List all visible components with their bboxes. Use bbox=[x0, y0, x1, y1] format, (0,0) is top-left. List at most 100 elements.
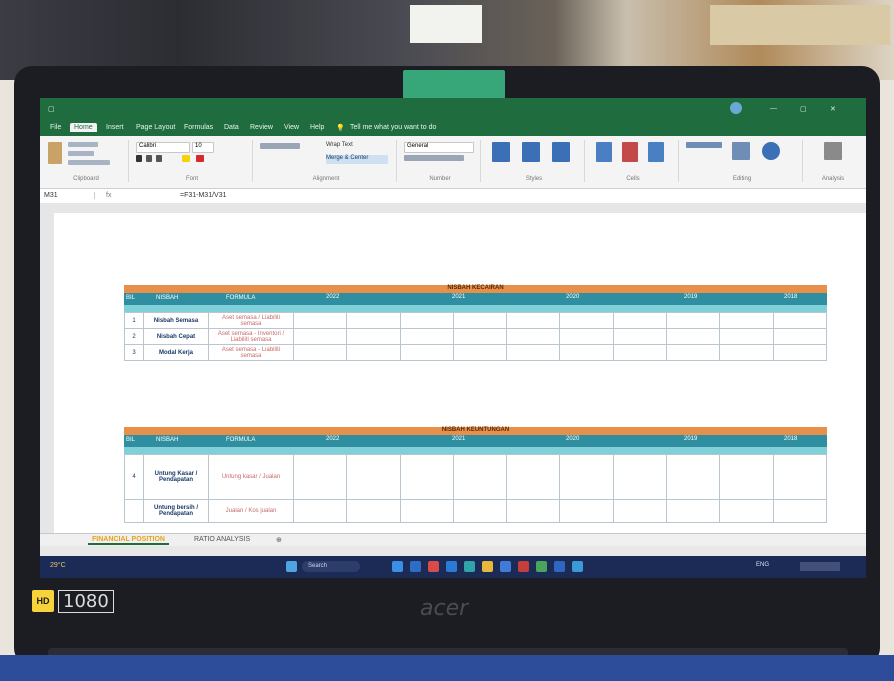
media-icon[interactable] bbox=[428, 561, 439, 572]
widgets-icon[interactable] bbox=[410, 561, 421, 572]
cell[interactable] bbox=[559, 328, 614, 345]
add-sheet-icon[interactable]: ⊕ bbox=[272, 536, 286, 544]
cell[interactable] bbox=[292, 328, 348, 345]
merge-center-button[interactable]: Merge & Center bbox=[326, 155, 388, 164]
cell[interactable] bbox=[719, 499, 774, 523]
italic-icon[interactable] bbox=[146, 155, 152, 162]
cell[interactable] bbox=[452, 328, 508, 345]
weather-widget[interactable]: 29°C bbox=[50, 562, 66, 569]
sheet-tab-ratio-analysis[interactable]: RATIO ANALYSIS bbox=[190, 536, 254, 543]
font-size-select[interactable]: 10 bbox=[192, 142, 214, 153]
store-icon[interactable] bbox=[500, 561, 511, 572]
cell[interactable] bbox=[292, 312, 348, 329]
underline-icon[interactable] bbox=[156, 155, 162, 162]
sheet-tab-financial-position[interactable]: FINANCIAL POSITION bbox=[88, 536, 169, 545]
font-name-select[interactable]: Calibri bbox=[136, 142, 190, 153]
cell[interactable] bbox=[772, 344, 828, 361]
task-view-icon[interactable] bbox=[392, 561, 403, 572]
cell[interactable] bbox=[719, 454, 774, 500]
conditional-formatting-icon[interactable] bbox=[492, 142, 510, 162]
bold-icon[interactable] bbox=[136, 155, 142, 162]
insert-cells-icon[interactable] bbox=[596, 142, 612, 162]
cell[interactable] bbox=[292, 344, 348, 361]
cell[interactable] bbox=[506, 328, 561, 345]
cell[interactable] bbox=[452, 344, 508, 361]
format-as-table-icon[interactable] bbox=[522, 142, 540, 162]
name-box[interactable]: M31 bbox=[44, 192, 95, 199]
tab-file[interactable]: File bbox=[46, 123, 65, 132]
cell[interactable] bbox=[292, 499, 348, 523]
cell[interactable] bbox=[719, 328, 774, 345]
cell[interactable] bbox=[452, 454, 508, 500]
cell[interactable] bbox=[399, 312, 454, 329]
tab-insert[interactable]: Insert bbox=[102, 123, 128, 132]
language-indicator[interactable]: ENG bbox=[756, 562, 769, 568]
excel-icon[interactable] bbox=[536, 561, 547, 572]
cell[interactable] bbox=[772, 499, 828, 523]
cell[interactable] bbox=[559, 454, 614, 500]
file-explorer-icon[interactable] bbox=[482, 561, 493, 572]
cell[interactable] bbox=[772, 328, 828, 345]
delete-cells-icon[interactable] bbox=[622, 142, 638, 162]
start-icon[interactable] bbox=[286, 561, 297, 572]
cell[interactable] bbox=[399, 454, 454, 500]
cell-styles-icon[interactable] bbox=[552, 142, 570, 162]
wrap-text-button[interactable]: Wrap Text bbox=[326, 142, 384, 151]
cell[interactable] bbox=[399, 344, 454, 361]
cell[interactable] bbox=[506, 344, 561, 361]
tab-review[interactable]: Review bbox=[246, 123, 277, 132]
cell[interactable] bbox=[346, 454, 401, 500]
cell[interactable] bbox=[666, 312, 721, 329]
font-color-icon[interactable] bbox=[196, 155, 204, 162]
find-select-icon[interactable] bbox=[762, 142, 780, 160]
paste-icon[interactable] bbox=[48, 142, 62, 164]
worksheet-grid[interactable]: NISBAH KECAIRAN BIL NISBAH FORMULA 2022 … bbox=[54, 213, 866, 533]
cell[interactable] bbox=[559, 344, 614, 361]
cell[interactable] bbox=[559, 499, 614, 523]
powerpoint-icon[interactable] bbox=[518, 561, 529, 572]
user-avatar[interactable] bbox=[730, 102, 742, 114]
formula-input[interactable]: =F31-M31/V31 bbox=[180, 192, 227, 199]
minimize-button[interactable]: — bbox=[770, 105, 777, 112]
cell[interactable] bbox=[346, 312, 401, 329]
cell[interactable] bbox=[772, 312, 828, 329]
cell[interactable] bbox=[452, 312, 508, 329]
cell[interactable] bbox=[772, 454, 828, 500]
analyze-data-icon[interactable] bbox=[824, 142, 842, 160]
cell[interactable] bbox=[612, 328, 668, 345]
cell[interactable] bbox=[666, 328, 721, 345]
cell[interactable] bbox=[666, 454, 721, 500]
taskbar-search[interactable]: Search bbox=[302, 561, 360, 572]
cell[interactable] bbox=[399, 328, 454, 345]
autosum-icon[interactable] bbox=[686, 142, 722, 148]
cut-icon[interactable] bbox=[68, 142, 98, 147]
cell[interactable] bbox=[292, 454, 348, 500]
chrome-icon[interactable] bbox=[464, 561, 475, 572]
format-cells-icon[interactable] bbox=[648, 142, 664, 162]
number-format-select[interactable]: General bbox=[404, 142, 474, 153]
cell[interactable] bbox=[612, 312, 668, 329]
tab-help[interactable]: Help bbox=[306, 123, 328, 132]
fill-color-icon[interactable] bbox=[182, 155, 190, 162]
cell[interactable] bbox=[666, 344, 721, 361]
word-icon[interactable] bbox=[554, 561, 565, 572]
tell-me-search[interactable]: Tell me what you want to do bbox=[346, 123, 440, 132]
cell[interactable] bbox=[346, 328, 401, 345]
close-button[interactable]: ✕ bbox=[830, 105, 836, 113]
tab-home[interactable]: Home bbox=[70, 123, 97, 132]
cell[interactable] bbox=[666, 499, 721, 523]
copy-icon[interactable] bbox=[68, 151, 94, 156]
cell[interactable] bbox=[719, 344, 774, 361]
cell[interactable] bbox=[612, 499, 668, 523]
app-icon[interactable] bbox=[572, 561, 583, 572]
align-icons[interactable] bbox=[260, 143, 300, 149]
tab-data[interactable]: Data bbox=[220, 123, 243, 132]
cell[interactable] bbox=[506, 312, 561, 329]
edge-icon[interactable] bbox=[446, 561, 457, 572]
cell[interactable] bbox=[612, 344, 668, 361]
cell[interactable] bbox=[506, 499, 561, 523]
tab-page-layout[interactable]: Page Layout bbox=[132, 123, 179, 132]
cell[interactable] bbox=[346, 344, 401, 361]
cell[interactable] bbox=[559, 312, 614, 329]
sort-filter-icon[interactable] bbox=[732, 142, 750, 160]
